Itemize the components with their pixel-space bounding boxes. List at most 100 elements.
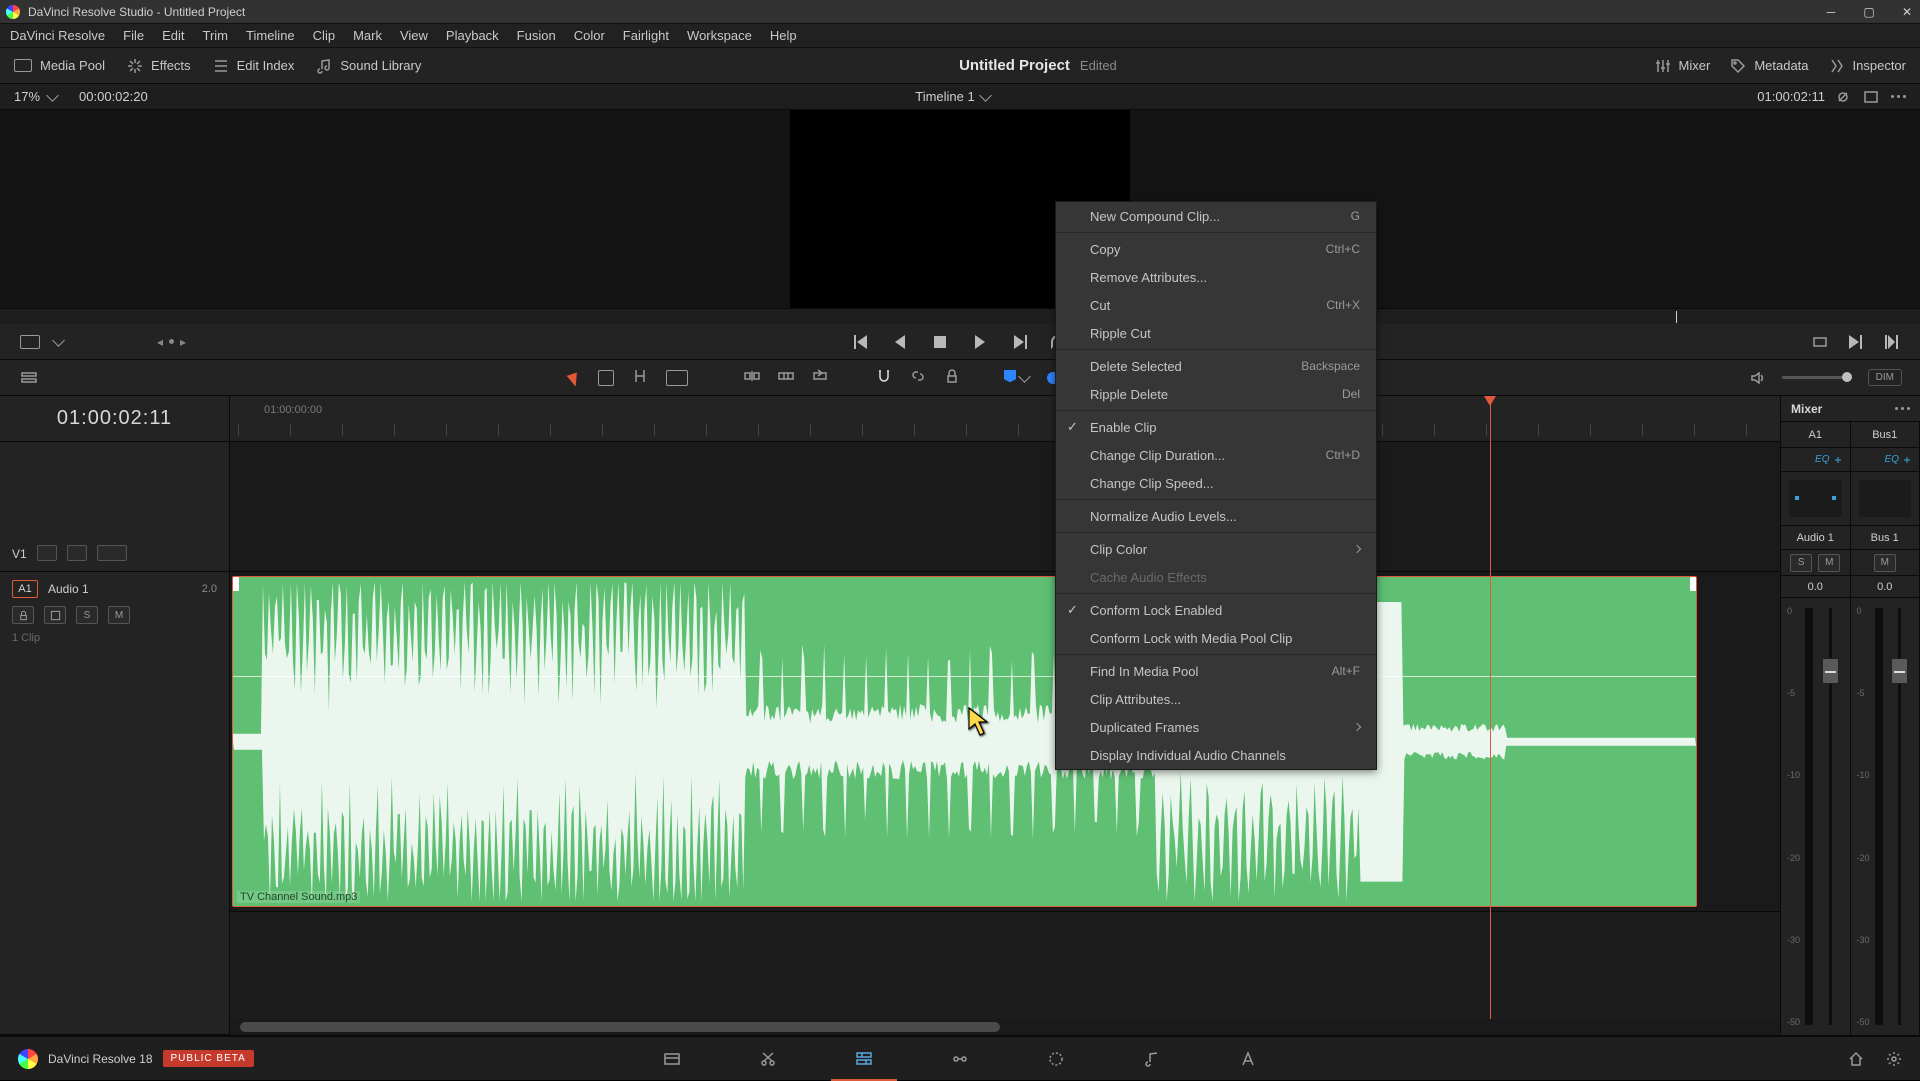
zoom-dropdown[interactable]: 17% [14,89,57,104]
color-page-icon[interactable] [1043,1048,1069,1070]
fader-knob[interactable] [1891,658,1908,684]
blade-tool[interactable] [666,370,688,386]
ctx-display-individual-audio-channels[interactable]: Display Individual Audio Channels [1056,741,1376,769]
viewer-tc-left[interactable]: 00:00:02:20 [79,89,148,104]
menu-timeline[interactable]: Timeline [246,28,295,43]
menu-file[interactable]: File [123,28,144,43]
play-reverse-button[interactable] [891,333,909,351]
timeline-ruler[interactable]: 01:00:00:00 [230,396,1780,442]
next-edit-icon[interactable]: ▸ [180,335,186,349]
timeline-hscroll[interactable] [230,1019,1780,1035]
viewer[interactable] [0,110,1920,308]
metadata-toggle[interactable]: Metadata [1730,58,1808,74]
ctx-ripple-cut[interactable]: Ripple Cut [1056,319,1376,347]
selection-tool[interactable] [570,371,580,385]
minimize-button[interactable]: ─ [1824,5,1838,19]
insert-icon[interactable] [744,368,760,387]
mixer-bus1-fader[interactable]: 0-5-10-20-30-50 [1851,598,1920,1035]
ctx-copy[interactable]: CopyCtrl+C [1056,235,1376,263]
mixer-toggle[interactable]: Mixer [1655,58,1711,74]
mixer-ch-a1[interactable]: A1 [1781,422,1851,447]
ctx-clip-color[interactable]: Clip Color [1056,535,1376,563]
dynamic-trim-tool[interactable] [632,368,648,387]
ctx-change-clip-duration-[interactable]: Change Clip Duration...Ctrl+D [1056,441,1376,469]
viewer-mode-icon[interactable] [20,335,40,349]
snap-toggle[interactable] [876,368,892,387]
edit-index-toggle[interactable]: Edit Index [213,58,295,74]
replace-icon[interactable] [812,368,828,387]
timeline-canvas[interactable]: 01:00:00:00 TV Channel Sound.mp3 [230,396,1780,1035]
lock-track-icon[interactable] [37,545,57,561]
flag-dropdown[interactable] [1004,370,1029,386]
fusion-page-icon[interactable] [947,1048,973,1070]
mixer-a1-eq[interactable]: EQ [1781,448,1851,471]
a1-autosel-icon[interactable] [44,606,66,624]
go-start-button[interactable] [851,333,869,351]
speaker-icon[interactable] [1750,370,1766,386]
timeline-timecode[interactable]: 01:00:02:11 [0,396,229,442]
audio-lane[interactable]: TV Channel Sound.mp3 [230,572,1780,912]
mixer-bus1-eq[interactable]: EQ [1851,448,1920,471]
ctx-duplicated-frames[interactable]: Duplicated Frames [1056,713,1376,741]
link-toggle[interactable] [910,368,926,387]
ctx-enable-clip[interactable]: ✓Enable Clip [1056,413,1376,441]
cut-page-icon[interactable] [755,1048,781,1070]
menu-color[interactable]: Color [574,28,605,43]
chevron-down-icon[interactable] [52,334,65,347]
video-lane[interactable] [230,442,1780,572]
play-button[interactable] [971,333,989,351]
dim-button[interactable]: DIM [1868,369,1902,386]
mixer-bus1-mute[interactable]: M [1874,554,1896,572]
mixer-a1-db[interactable]: 0.0 [1781,576,1851,597]
viewer-scrubber[interactable] [0,308,1920,324]
ctx-ripple-delete[interactable]: Ripple DeleteDel [1056,380,1376,408]
single-viewer-icon[interactable] [1863,89,1879,105]
stop-button[interactable] [931,333,949,351]
ctx-change-clip-speed-[interactable]: Change Clip Speed... [1056,469,1376,497]
mixer-ch-bus1[interactable]: Bus1 [1851,422,1920,447]
next-marker-button[interactable] [1846,333,1864,351]
overwrite-icon[interactable] [778,368,794,387]
edit-page-icon[interactable] [851,1048,877,1070]
menu-edit[interactable]: Edit [162,28,184,43]
audio-clip[interactable]: TV Channel Sound.mp3 [232,576,1697,907]
menu-fusion[interactable]: Fusion [517,28,556,43]
viewer-tc-right[interactable]: 01:00:02:11 [1757,89,1825,104]
last-frame-button[interactable] [1882,333,1900,351]
mixer-a1-solo[interactable]: S [1790,554,1812,572]
menu-mark[interactable]: Mark [353,28,382,43]
go-end-button[interactable] [1011,333,1029,351]
more-icon[interactable] [1891,95,1906,98]
effects-toggle[interactable]: Effects [127,58,191,74]
mixer-a1-mute[interactable]: M [1818,554,1840,572]
maximize-button[interactable]: ▢ [1862,5,1876,19]
gear-icon[interactable] [1886,1051,1902,1067]
more-icon[interactable] [1895,407,1910,410]
lock-icon[interactable] [944,368,960,387]
volume-slider[interactable] [1782,376,1852,379]
ctx-conform-lock-enabled[interactable]: ✓Conform Lock Enabled [1056,596,1376,624]
ctx-conform-lock-with-media-pool-clip[interactable]: Conform Lock with Media Pool Clip [1056,624,1376,652]
a1-badge[interactable]: A1 [12,580,38,598]
menu-playback[interactable]: Playback [446,28,499,43]
ctx-remove-attributes-[interactable]: Remove Attributes... [1056,263,1376,291]
timeline-name-dropdown[interactable]: Timeline 1 [148,89,1758,104]
a1-lock-icon[interactable] [12,606,34,624]
menu-fairlight[interactable]: Fairlight [623,28,669,43]
menu-davinci-resolve[interactable]: DaVinci Resolve [10,28,105,43]
fader-knob[interactable] [1822,658,1839,684]
menu-clip[interactable]: Clip [313,28,335,43]
timeline-playhead[interactable] [1490,396,1491,1035]
home-icon[interactable] [1848,1051,1864,1067]
bypass-icon[interactable] [1835,89,1851,105]
menu-trim[interactable]: Trim [203,28,229,43]
a1-mute-button[interactable]: M [108,606,130,624]
mixer-bus1-db[interactable]: 0.0 [1851,576,1920,597]
ctx-cut[interactable]: CutCtrl+X [1056,291,1376,319]
hscroll-thumb[interactable] [240,1022,1000,1032]
audio-track-header[interactable]: A1 Audio 1 2.0 S M 1 Clip [0,572,229,1035]
menu-view[interactable]: View [400,28,428,43]
ctx-find-in-media-pool[interactable]: Find In Media PoolAlt+F [1056,657,1376,685]
ctx-clip-attributes-[interactable]: Clip Attributes... [1056,685,1376,713]
a1-solo-button[interactable]: S [76,606,98,624]
